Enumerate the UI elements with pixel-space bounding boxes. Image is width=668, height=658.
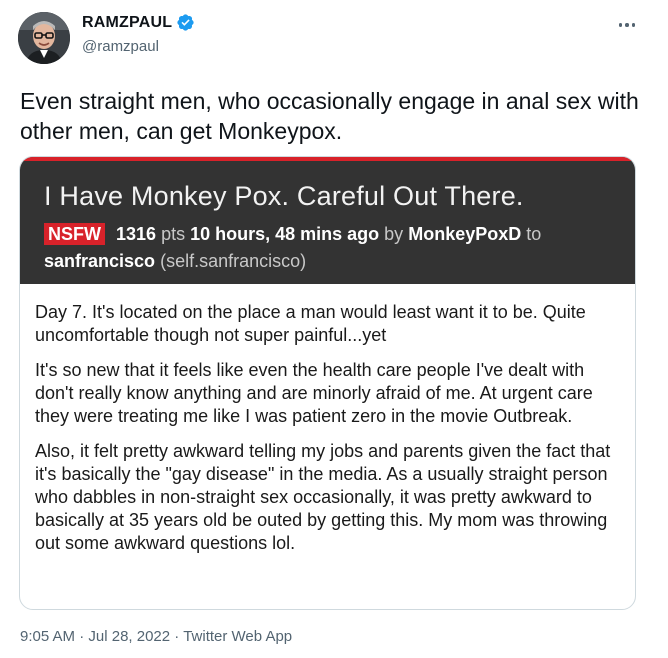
author-display-name[interactable]: RAMZPAUL: [82, 14, 172, 32]
card-points: 1316: [116, 224, 157, 244]
avatar-image: [18, 12, 70, 64]
more-options-button[interactable]: [614, 14, 640, 36]
nsfw-badge: NSFW: [44, 223, 105, 245]
verified-badge-icon: [176, 13, 195, 32]
card-subreddit: sanfrancisco: [44, 251, 156, 271]
card-by-word: by: [384, 224, 404, 244]
card-header: I Have Monkey Pox. Careful Out There. NS…: [20, 157, 635, 284]
tweet-date[interactable]: Jul 28, 2022: [88, 628, 170, 645]
tweet-time[interactable]: 9:05 AM: [20, 628, 75, 645]
embedded-image-card[interactable]: I Have Monkey Pox. Careful Out There. NS…: [19, 156, 636, 610]
card-body: Day 7. It's located on the place a man w…: [35, 301, 625, 567]
footer-separator: ·: [79, 628, 85, 645]
card-paragraph: Day 7. It's located on the place a man w…: [35, 302, 586, 345]
footer-separator: ·: [174, 628, 180, 645]
author-handle[interactable]: @ramzpaul: [82, 38, 159, 55]
card-points-suffix: pts: [156, 224, 186, 244]
card-paragraph: Also, it felt pretty awkward telling my …: [35, 441, 611, 553]
card-age: 10 hours, 48 mins ago: [190, 224, 380, 244]
tweet-footer: 9:05 AM · Jul 28, 2022 · Twitter Web App: [20, 628, 292, 645]
card-domain: (self.sanfrancisco): [160, 251, 307, 271]
card-paragraph: It's so new that it feels like even the …: [35, 360, 593, 426]
card-meta: NSFW 1316 pts 10 hours, 48 mins ago by M…: [44, 221, 614, 275]
more-dots-icon: [618, 23, 623, 27]
card-to-word: to: [526, 224, 542, 244]
tweet: RAMZPAUL @ramzpaul Even straight men, wh…: [0, 0, 668, 658]
author-name-row[interactable]: RAMZPAUL: [82, 13, 195, 32]
more-dots-icon: [625, 23, 629, 27]
more-dots-icon: [631, 23, 636, 27]
card-poster: MonkeyPoxD: [408, 224, 522, 244]
tweet-source[interactable]: Twitter Web App: [183, 628, 292, 645]
card-title: I Have Monkey Pox. Careful Out There.: [44, 181, 524, 211]
avatar[interactable]: [18, 12, 70, 64]
tweet-text: Even straight men, who occasionally enga…: [20, 88, 639, 144]
